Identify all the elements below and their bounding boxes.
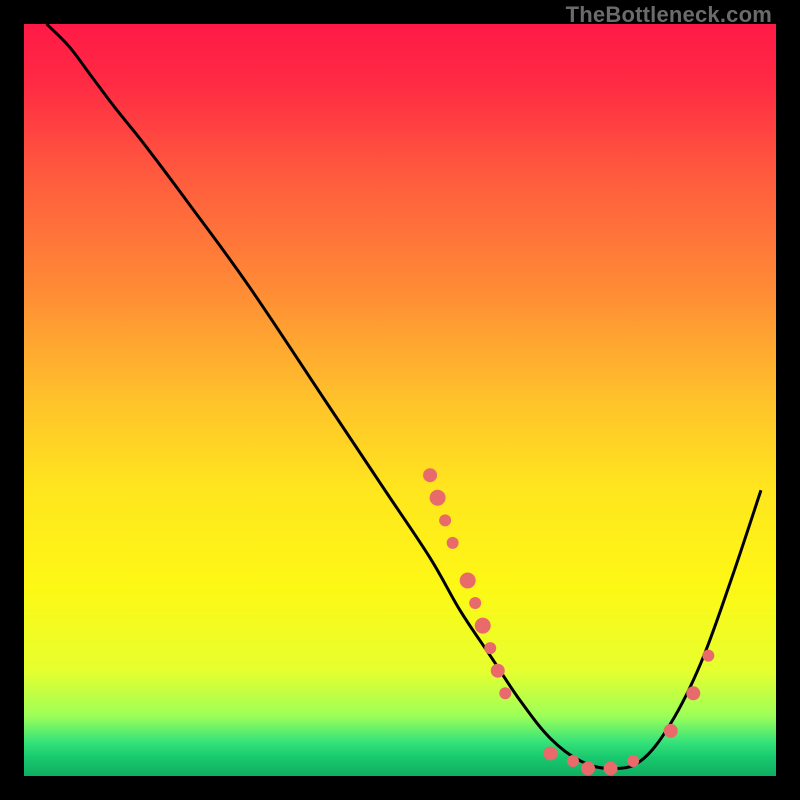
highlight-point: [475, 618, 491, 634]
highlight-point: [543, 746, 557, 760]
highlight-point: [423, 468, 437, 482]
highlight-point: [499, 687, 511, 699]
highlight-point: [604, 761, 618, 775]
highlight-point: [439, 514, 451, 526]
chart-frame: [24, 24, 776, 776]
highlight-point: [686, 686, 700, 700]
highlight-point: [447, 537, 459, 549]
plot-area: [24, 24, 776, 776]
highlight-point: [491, 664, 505, 678]
watermark-text: TheBottleneck.com: [566, 2, 772, 28]
highlight-point: [460, 572, 476, 588]
highlight-point: [430, 490, 446, 506]
highlight-point: [702, 650, 714, 662]
highlight-point: [567, 755, 579, 767]
highlight-point: [664, 724, 678, 738]
chart-svg: [24, 24, 776, 776]
highlight-point: [484, 642, 496, 654]
highlight-point: [469, 597, 481, 609]
highlight-point: [581, 761, 595, 775]
highlight-point: [627, 755, 639, 767]
